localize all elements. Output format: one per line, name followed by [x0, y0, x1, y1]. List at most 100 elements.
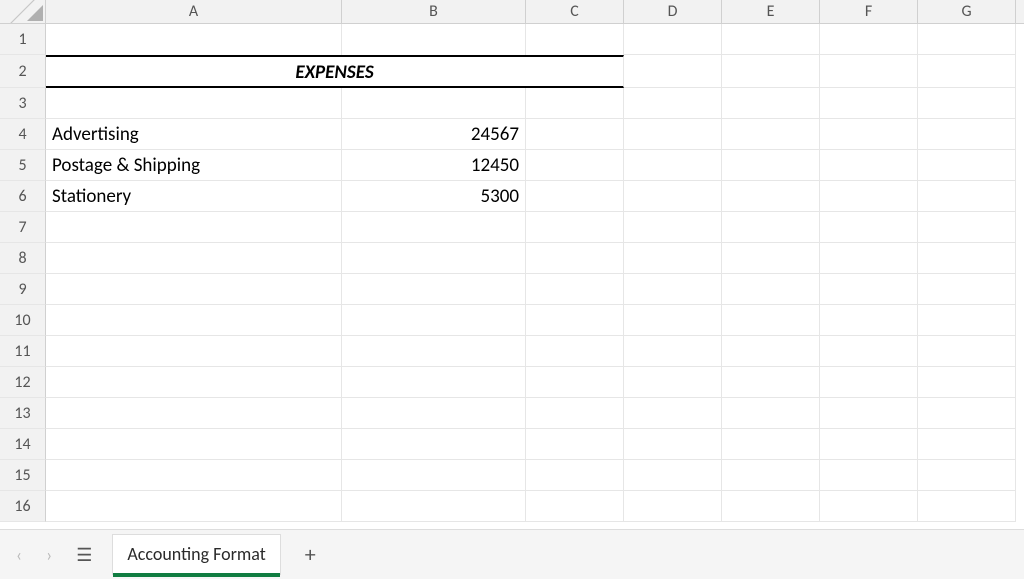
- cell-C12[interactable]: [526, 367, 624, 398]
- cell-F12[interactable]: [820, 367, 918, 398]
- cell-G7[interactable]: [918, 212, 1016, 243]
- cell-F11[interactable]: [820, 336, 918, 367]
- cell-A3[interactable]: [46, 88, 342, 119]
- cell-A5[interactable]: Postage & Shipping: [46, 150, 342, 181]
- cell-D4[interactable]: [624, 119, 722, 150]
- cell-E3[interactable]: [722, 88, 820, 119]
- row-header-3[interactable]: 3: [0, 88, 46, 119]
- cell-C13[interactable]: [526, 398, 624, 429]
- cell-G6[interactable]: [918, 181, 1016, 212]
- cell-D10[interactable]: [624, 305, 722, 336]
- cell-G1[interactable]: [918, 24, 1016, 55]
- col-header-D[interactable]: D: [624, 0, 722, 23]
- cell-C10[interactable]: [526, 305, 624, 336]
- cell-G4[interactable]: [918, 119, 1016, 150]
- cell-D14[interactable]: [624, 429, 722, 460]
- cell-E10[interactable]: [722, 305, 820, 336]
- cell-C3[interactable]: [526, 88, 624, 119]
- cell-F9[interactable]: [820, 274, 918, 305]
- cell-D9[interactable]: [624, 274, 722, 305]
- cell-A14[interactable]: [46, 429, 342, 460]
- cell-A16[interactable]: [46, 491, 342, 522]
- row-header-7[interactable]: 7: [0, 212, 46, 243]
- prev-sheet-button[interactable]: ‹: [12, 540, 26, 570]
- sheet-tab-active[interactable]: Accounting Format: [112, 534, 280, 575]
- cell-A12[interactable]: [46, 367, 342, 398]
- cell-A8[interactable]: [46, 243, 342, 274]
- cell-E14[interactable]: [722, 429, 820, 460]
- cell-E4[interactable]: [722, 119, 820, 150]
- cell-G3[interactable]: [918, 88, 1016, 119]
- cell-G2[interactable]: [918, 55, 1016, 88]
- cell-A6[interactable]: Stationery: [46, 181, 342, 212]
- cell-E11[interactable]: [722, 336, 820, 367]
- row-header-13[interactable]: 13: [0, 398, 46, 429]
- cell-E13[interactable]: [722, 398, 820, 429]
- row-header-12[interactable]: 12: [0, 367, 46, 398]
- cell-C11[interactable]: [526, 336, 624, 367]
- cell-D11[interactable]: [624, 336, 722, 367]
- cell-G10[interactable]: [918, 305, 1016, 336]
- col-header-E[interactable]: E: [722, 0, 820, 23]
- cell-A1[interactable]: [46, 24, 342, 55]
- row-header-4[interactable]: 4: [0, 119, 46, 150]
- cell-G5[interactable]: [918, 150, 1016, 181]
- col-header-C[interactable]: C: [526, 0, 624, 23]
- cell-G14[interactable]: [918, 429, 1016, 460]
- cell-E9[interactable]: [722, 274, 820, 305]
- next-sheet-button[interactable]: ›: [42, 540, 56, 570]
- cell-A11[interactable]: [46, 336, 342, 367]
- cell-E15[interactable]: [722, 460, 820, 491]
- cell-G15[interactable]: [918, 460, 1016, 491]
- cell-F2[interactable]: [820, 55, 918, 88]
- cell-G9[interactable]: [918, 274, 1016, 305]
- row-header-2[interactable]: 2: [0, 55, 46, 88]
- cell-B1[interactable]: [342, 24, 526, 55]
- cell-C15[interactable]: [526, 460, 624, 491]
- cell-A4[interactable]: Advertising: [46, 119, 342, 150]
- cell-F4[interactable]: [820, 119, 918, 150]
- cell-D12[interactable]: [624, 367, 722, 398]
- cell-C6[interactable]: [526, 181, 624, 212]
- cell-E1[interactable]: [722, 24, 820, 55]
- cell-D16[interactable]: [624, 491, 722, 522]
- cell-A10[interactable]: [46, 305, 342, 336]
- row-header-8[interactable]: 8: [0, 243, 46, 274]
- cell-A13[interactable]: [46, 398, 342, 429]
- cell-C9[interactable]: [526, 274, 624, 305]
- cell-C1[interactable]: [526, 24, 624, 55]
- cell-E6[interactable]: [722, 181, 820, 212]
- cell-D7[interactable]: [624, 212, 722, 243]
- cell-G11[interactable]: [918, 336, 1016, 367]
- row-header-5[interactable]: 5: [0, 150, 46, 181]
- cell-E7[interactable]: [722, 212, 820, 243]
- cell-F15[interactable]: [820, 460, 918, 491]
- cell-G16[interactable]: [918, 491, 1016, 522]
- cell-C7[interactable]: [526, 212, 624, 243]
- cell-F1[interactable]: [820, 24, 918, 55]
- row-header-14[interactable]: 14: [0, 429, 46, 460]
- col-header-G[interactable]: G: [918, 0, 1016, 23]
- cell-G12[interactable]: [918, 367, 1016, 398]
- row-header-16[interactable]: 16: [0, 491, 46, 522]
- cell-E12[interactable]: [722, 367, 820, 398]
- cell-B6[interactable]: 5300: [342, 181, 526, 212]
- row-header-11[interactable]: 11: [0, 336, 46, 367]
- cell-B15[interactable]: [342, 460, 526, 491]
- cell-D8[interactable]: [624, 243, 722, 274]
- cell-E5[interactable]: [722, 150, 820, 181]
- cell-B11[interactable]: [342, 336, 526, 367]
- cell-F10[interactable]: [820, 305, 918, 336]
- cell-G8[interactable]: [918, 243, 1016, 274]
- cell-E8[interactable]: [722, 243, 820, 274]
- cell-B3[interactable]: [342, 88, 526, 119]
- cell-B13[interactable]: [342, 398, 526, 429]
- cell-E16[interactable]: [722, 491, 820, 522]
- cell-F16[interactable]: [820, 491, 918, 522]
- cell-F13[interactable]: [820, 398, 918, 429]
- title-cell[interactable]: EXPENSES: [46, 55, 624, 88]
- cell-F3[interactable]: [820, 88, 918, 119]
- cell-A15[interactable]: [46, 460, 342, 491]
- cell-B4[interactable]: 24567: [342, 119, 526, 150]
- col-header-A[interactable]: A: [46, 0, 342, 23]
